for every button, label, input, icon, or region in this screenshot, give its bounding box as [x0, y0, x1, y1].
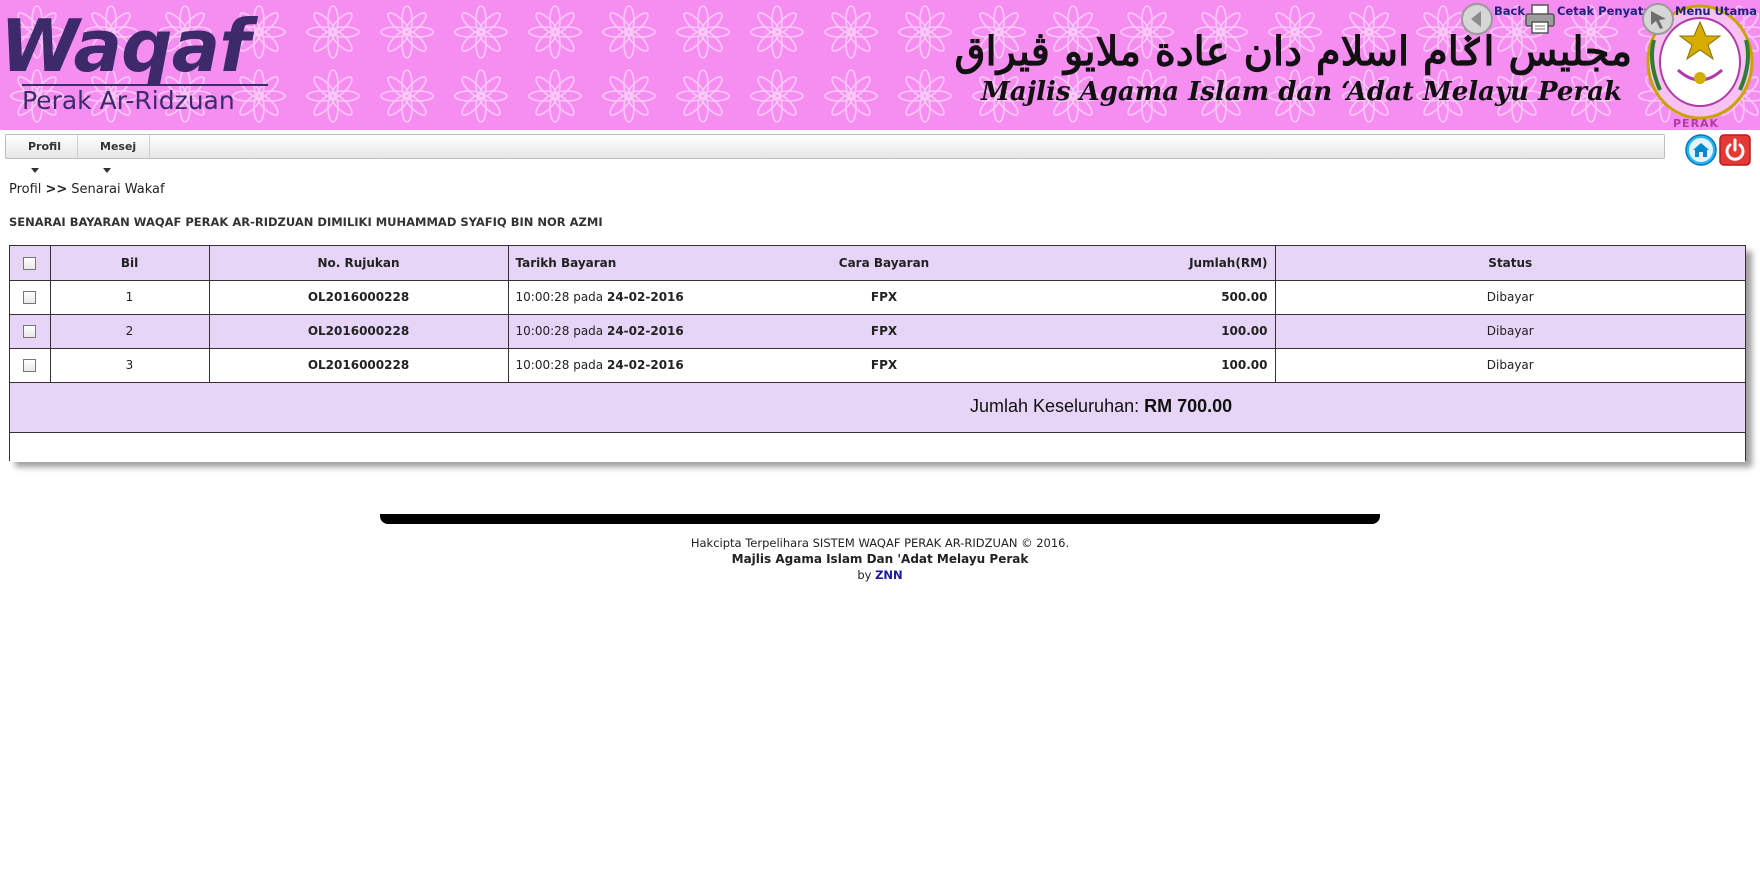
- back-arrow-icon: [1461, 3, 1493, 35]
- cell-date: 24-02-2016: [606, 324, 684, 338]
- print-statement-button[interactable]: Cetak Penyata: [1523, 0, 1651, 36]
- cell-cara: FPX: [758, 280, 1010, 315]
- row-checkbox[interactable]: [23, 359, 37, 372]
- footer-copyright: Hakcipta Terpelihara SISTEM WAQAF PERAK …: [690, 536, 1070, 550]
- row-checkbox[interactable]: [23, 291, 37, 304]
- cell-jumlah: 100.00: [1010, 348, 1276, 383]
- cell-date: 24-02-2016: [606, 290, 684, 304]
- chevron-down-icon: [103, 167, 111, 173]
- footer-org: Majlis Agama Islam Dan 'Adat Melayu Pera…: [731, 552, 1029, 566]
- grand-total: Jumlah Keseluruhan: RM 700.00: [970, 396, 1232, 417]
- cell-status: Dibayar: [1275, 314, 1745, 349]
- crest-label: PERAK: [1673, 117, 1720, 130]
- cell-jumlah: 100.00: [1010, 314, 1276, 349]
- cell-jumlah: 500.00: [1010, 280, 1276, 315]
- home-icon[interactable]: [1685, 134, 1717, 166]
- back-label: Back: [1494, 4, 1525, 18]
- cell-cara: FPX: [758, 314, 1010, 349]
- logo-subtitle: Perak Ar-Ridzuan: [22, 86, 235, 115]
- main-menu-bar: Profil Mesej: [5, 134, 1665, 173]
- col-header-status: Status: [1275, 246, 1745, 281]
- breadcrumb-current: Senarai Wakaf: [71, 182, 165, 197]
- select-all-cell: [10, 246, 51, 281]
- chevron-down-icon: [31, 167, 39, 173]
- cursor-arrow-icon: [1642, 3, 1674, 35]
- row-select-cell: [10, 348, 51, 383]
- breadcrumb: Profil >> Senarai Wakaf: [9, 182, 165, 197]
- cell-status: Dibayar: [1275, 348, 1745, 383]
- table-footer-row: [10, 432, 1745, 462]
- logo-waqaf: Waqaf: [0, 4, 251, 88]
- col-header-rujukan: No. Rujukan: [209, 246, 509, 281]
- footer-by-label: by: [857, 568, 872, 582]
- back-button[interactable]: Back: [1460, 0, 1525, 36]
- breadcrumb-parent[interactable]: Profil: [9, 182, 41, 197]
- footer-divider: [380, 514, 1380, 524]
- col-header-cara: Cara Bayaran: [758, 246, 1010, 281]
- cell-rujukan: OL2016000228: [209, 314, 509, 349]
- page-title: SENARAI BAYARAN WAQAF PERAK AR-RIDZUAN D…: [9, 215, 603, 229]
- cell-cara: FPX: [758, 348, 1010, 383]
- menu-profil-label: Profil: [28, 140, 61, 153]
- cell-time: 10:00:28 pada: [515, 290, 604, 304]
- cell-bil: 2: [50, 314, 210, 349]
- footer-author-link[interactable]: ZNN: [875, 568, 903, 582]
- main-menu-label: Menu Utama: [1675, 4, 1757, 18]
- col-header-bil: Bil: [50, 246, 210, 281]
- row-select-cell: [10, 280, 51, 315]
- cell-bil: 3: [50, 348, 210, 383]
- table-header-row: Bil No. Rujukan Tarikh Bayaran Cara Baya…: [10, 246, 1745, 281]
- row-checkbox[interactable]: [23, 325, 37, 338]
- breadcrumb-separator: >>: [45, 182, 68, 197]
- footer-credit: by ZNN: [0, 567, 1760, 583]
- cell-bil: 1: [50, 280, 210, 315]
- table-row: 2 OL2016000228 10:00:28 pada 24-02-2016 …: [10, 314, 1745, 349]
- table-row: 1 OL2016000228 10:00:28 pada 24-02-2016 …: [10, 280, 1745, 315]
- col-header-tarikh: Tarikh Bayaran: [508, 246, 758, 281]
- payment-table: Bil No. Rujukan Tarikh Bayaran Cara Baya…: [9, 245, 1746, 462]
- grand-total-label: Jumlah Keseluruhan:: [970, 395, 1140, 416]
- cell-tarikh: 10:00:28 pada 24-02-2016: [508, 314, 758, 349]
- table-row: 3 OL2016000228 10:00:28 pada 24-02-2016 …: [10, 348, 1745, 383]
- cell-tarikh: 10:00:28 pada 24-02-2016: [508, 280, 758, 315]
- cell-rujukan: OL2016000228: [209, 280, 509, 315]
- cell-time: 10:00:28 pada: [515, 324, 604, 338]
- grand-total-value: RM 700.00: [1144, 395, 1233, 416]
- page-footer: Hakcipta Terpelihara SISTEM WAQAF PERAK …: [0, 535, 1760, 583]
- cell-date: 24-02-2016: [606, 358, 684, 372]
- printer-icon: [1525, 4, 1555, 34]
- cell-status: Dibayar: [1275, 280, 1745, 315]
- row-select-cell: [10, 314, 51, 349]
- menu-mesej-label: Mesej: [100, 140, 137, 153]
- cell-time: 10:00:28 pada: [515, 358, 604, 372]
- menu-mesej[interactable]: Mesej: [78, 135, 150, 173]
- print-label: Cetak Penyata: [1557, 4, 1652, 18]
- main-menu-button[interactable]: Menu Utama: [1641, 0, 1757, 36]
- menu-profil[interactable]: Profil: [6, 135, 78, 173]
- total-row: Jumlah Keseluruhan: RM 700.00: [10, 382, 1745, 433]
- col-header-jumlah: Jumlah(RM): [1010, 246, 1276, 281]
- select-all-checkbox[interactable]: [23, 256, 37, 270]
- cell-tarikh: 10:00:28 pada 24-02-2016: [508, 348, 758, 383]
- org-name: Majlis Agama Islam dan ‘Adat Melayu Pera…: [981, 77, 1622, 107]
- power-icon[interactable]: [1719, 134, 1751, 166]
- cell-rujukan: OL2016000228: [209, 348, 509, 383]
